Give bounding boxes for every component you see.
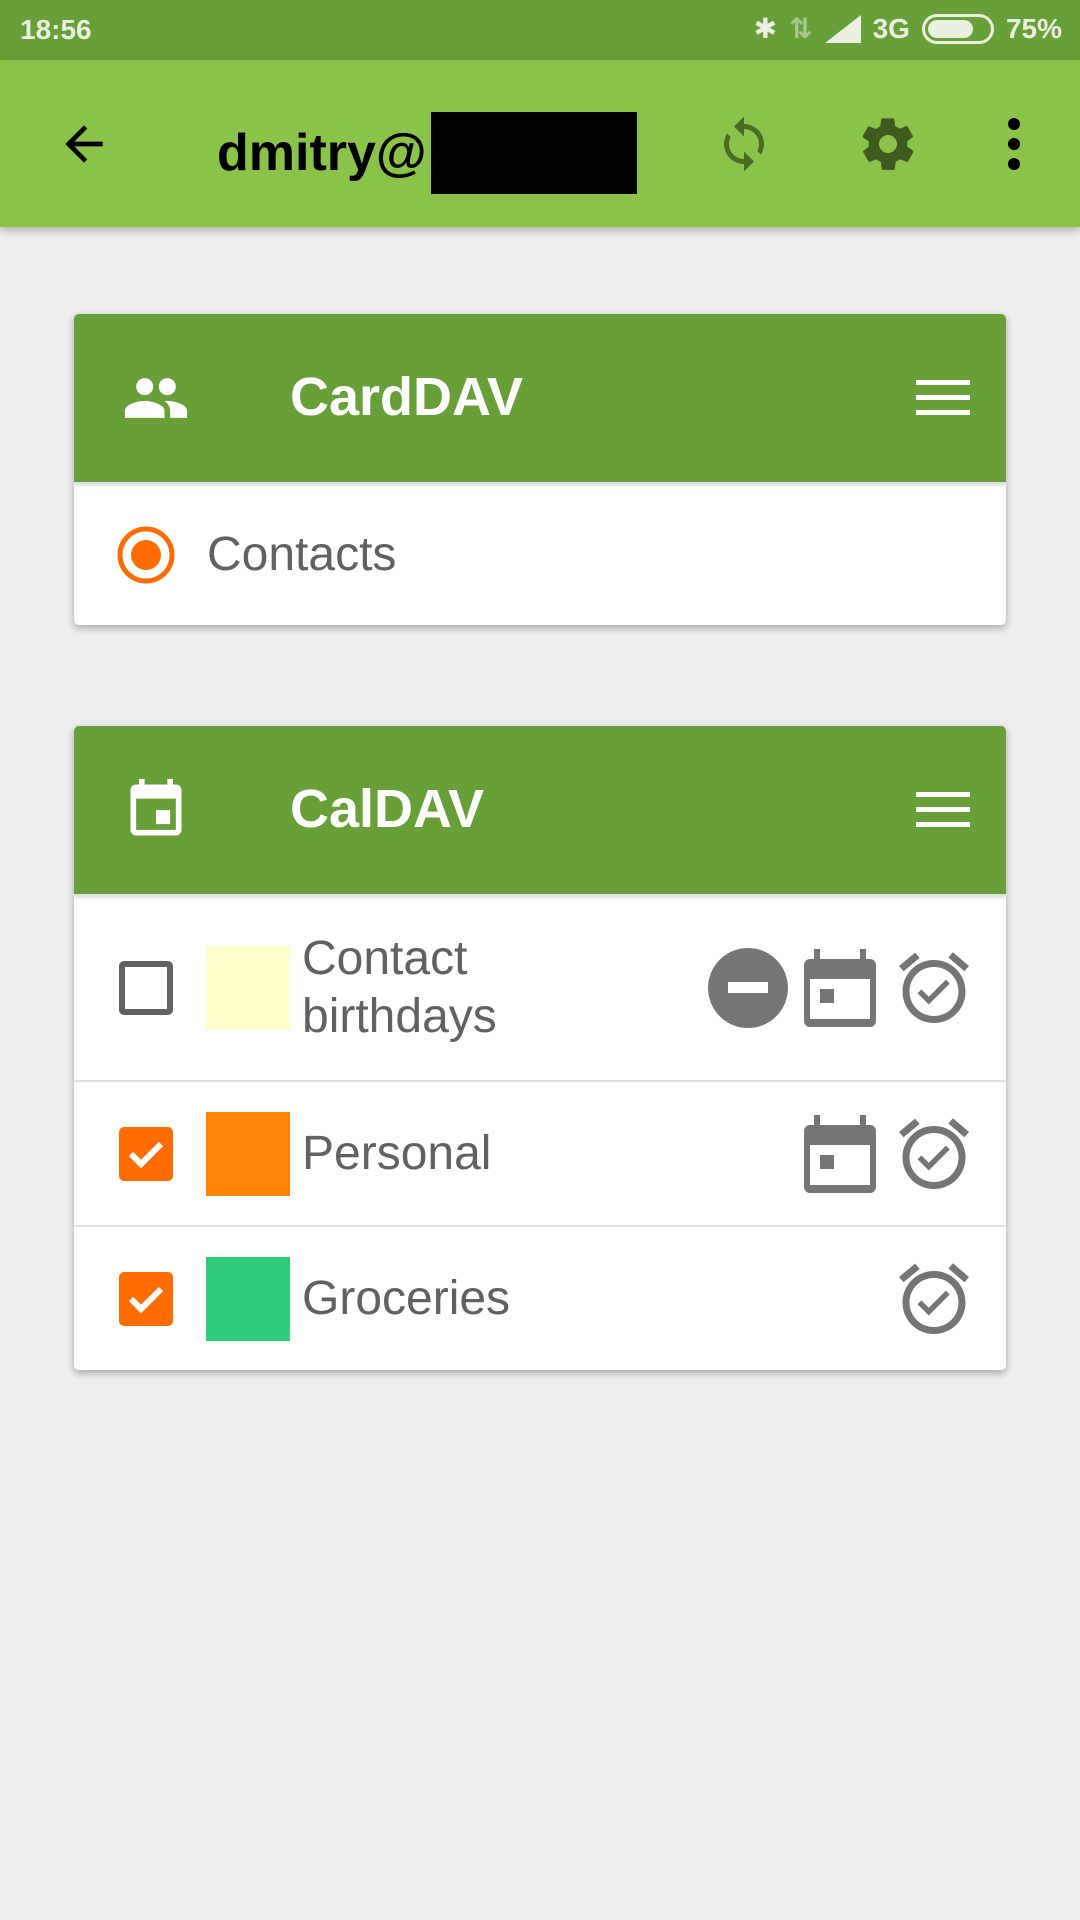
row-icons	[892, 1257, 976, 1341]
calendar-icon	[130, 778, 182, 836]
battery-percent: 75%	[1005, 12, 1062, 44]
events-calendar-icon	[804, 949, 876, 1027]
status-bar: 18:56 ✱ ⇅ 3G 75%	[0, 0, 1080, 60]
back-button[interactable]	[50, 110, 118, 178]
caldav-menu-icon[interactable]	[916, 786, 970, 834]
bluetooth-icon: ✱	[753, 13, 778, 44]
addressbook-contacts[interactable]: Contacts	[74, 482, 1006, 625]
events-calendar-icon	[804, 1114, 876, 1193]
tasks-alarm-icon	[899, 952, 969, 1023]
status-time: 18:56	[20, 14, 92, 45]
carddav-menu-icon[interactable]	[916, 374, 970, 422]
color-swatch	[206, 1256, 290, 1341]
row-icons	[802, 1112, 976, 1196]
people-icon	[124, 378, 188, 418]
sync-checkbox[interactable]	[119, 1271, 173, 1326]
read-only-icon	[708, 948, 788, 1028]
tasks-alarm-icon	[899, 1262, 969, 1334]
row-icons	[708, 946, 976, 1030]
calendar-row[interactable]: Contact birthdays	[74, 894, 1006, 1080]
settings-button[interactable]	[854, 110, 922, 178]
app-toolbar: dmitry@	[0, 60, 1080, 227]
calendar-label: Contact birthdays	[302, 932, 497, 1043]
calendar-label: Personal	[302, 1126, 492, 1180]
sync-checkbox[interactable]	[119, 961, 173, 1015]
account-title: dmitry@	[217, 112, 637, 194]
sync-button[interactable]	[710, 110, 778, 178]
network-type: 3G	[872, 12, 910, 44]
data-arrows-icon: ⇅	[789, 13, 813, 44]
more-vert-icon	[1008, 118, 1020, 170]
caldav-header: CalDAV	[74, 726, 1006, 894]
carddav-card: CardDAV Contacts	[74, 314, 1006, 625]
signal-icon	[824, 14, 861, 43]
caldav-title: CalDAV	[290, 779, 485, 839]
back-arrow-icon	[65, 125, 103, 163]
caldav-card: CalDAV Contact birthdays Personal Grocer…	[74, 726, 1006, 1370]
title-text: dmitry@	[217, 124, 427, 182]
addressbook-label: Contacts	[207, 527, 397, 581]
sync-icon	[724, 116, 764, 172]
tasks-alarm-icon	[899, 1117, 969, 1189]
carddav-title: CardDAV	[290, 367, 524, 427]
calendar-label: Groceries	[302, 1271, 511, 1325]
carddav-header: CardDAV	[74, 314, 1006, 482]
redacted-block	[430, 112, 637, 194]
color-swatch	[206, 946, 290, 1030]
calendar-row[interactable]: Groceries	[74, 1225, 1006, 1370]
more-options-button[interactable]	[980, 110, 1048, 178]
color-swatch	[206, 1111, 290, 1196]
sync-checkbox[interactable]	[119, 1126, 173, 1181]
calendar-row[interactable]: Personal	[74, 1080, 1006, 1225]
radio-selected-icon[interactable]	[116, 525, 176, 585]
gear-icon	[862, 118, 914, 170]
battery-icon	[921, 13, 994, 44]
